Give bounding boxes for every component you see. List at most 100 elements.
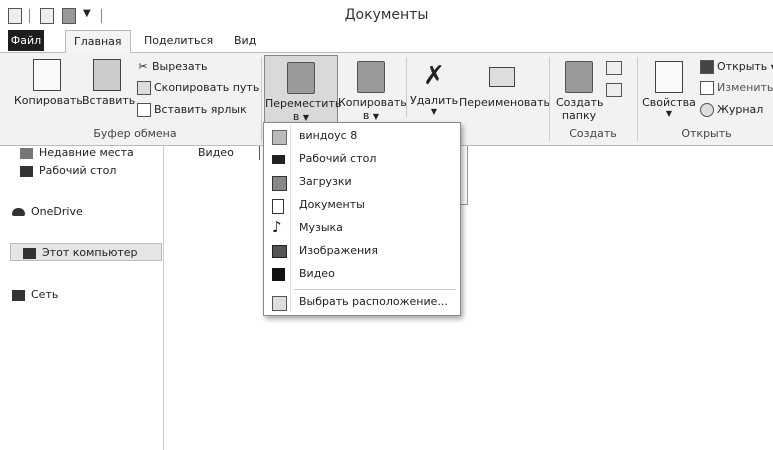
group-separator-2	[406, 57, 407, 117]
column-divider	[259, 146, 260, 160]
menu-item-label: Видео	[299, 267, 335, 280]
new-folder-label-2: папку	[561, 109, 597, 122]
group-separator	[261, 57, 262, 141]
copy-path-label: Скопировать путь	[154, 81, 260, 94]
choose-location-icon	[272, 296, 287, 311]
group-separator-4	[637, 57, 638, 141]
new-folder-button[interactable]: Создать папку	[556, 61, 604, 122]
tab-share[interactable]: Поделиться	[136, 30, 221, 51]
nav-item-this-pc[interactable]: Этот компьютер	[10, 243, 162, 261]
new-folder-icon	[565, 61, 593, 93]
network-icon	[12, 289, 25, 301]
properties-icon	[655, 61, 683, 93]
delete-arrow-icon: ▼	[430, 107, 438, 116]
menu-item-label: Выбрать расположение...	[299, 295, 448, 308]
nav-item-desktop[interactable]: Рабочий стол	[20, 162, 116, 180]
downloads-icon	[272, 176, 287, 191]
menu-item-music[interactable]: ♪ Музыка	[265, 217, 459, 240]
recent-places-icon	[20, 147, 33, 159]
copy-to-arrow-icon: ▼	[372, 112, 380, 121]
menu-item-desktop[interactable]: Рабочий стол	[265, 148, 459, 171]
delete-button[interactable]: ✗ Удалить ▼	[410, 61, 458, 116]
delete-x-icon: ✗	[423, 61, 445, 91]
history-label: Журнал	[717, 103, 764, 116]
paste-button[interactable]: Вставить	[82, 59, 136, 107]
new-group-label: Создать	[569, 127, 617, 140]
menu-item-pictures[interactable]: Изображения	[265, 240, 459, 263]
edit-label: Изменить	[717, 81, 773, 94]
nav-item-desktop-label: Рабочий стол	[39, 164, 117, 177]
menu-item-label: виндоус 8	[299, 129, 358, 142]
properties-label: Свойства	[642, 96, 696, 109]
edit-icon	[700, 81, 714, 95]
menu-item-videos[interactable]: Видео	[265, 263, 459, 286]
scissors-icon: ✂	[138, 60, 148, 73]
menu-item-choose-location[interactable]: Выбрать расположение...	[265, 291, 459, 314]
cloud-icon	[12, 208, 25, 216]
nav-item-onedrive-label: OneDrive	[31, 205, 83, 218]
tab-view[interactable]: Вид	[226, 30, 264, 51]
nav-item-recent-label: Недавние места	[39, 146, 134, 159]
copy-icon	[33, 59, 61, 91]
video-icon	[272, 268, 285, 281]
delete-label: Удалить	[410, 94, 459, 107]
copy-path-icon	[137, 81, 151, 95]
history-button[interactable]: Журнал	[700, 102, 763, 118]
rename-icon	[489, 67, 515, 87]
menu-item-label: Музыка	[299, 221, 343, 234]
title-bar: ▼ Документы	[0, 0, 773, 30]
cut-button[interactable]: ✂ Вырезать	[137, 59, 207, 75]
window-title: Документы	[344, 7, 429, 23]
music-note-icon: ♪	[272, 218, 282, 236]
copy-to-label-2: в	[362, 109, 370, 122]
new-item-icon[interactable]	[606, 61, 622, 75]
menu-item-downloads[interactable]: Загрузки	[265, 171, 459, 194]
menu-item-label: Документы	[299, 198, 365, 211]
nav-item-network[interactable]: Сеть	[12, 286, 58, 304]
copy-button[interactable]: Копировать	[14, 59, 83, 107]
copy-path-button[interactable]: Скопировать путь	[137, 80, 259, 96]
move-to-label: Переместить	[265, 97, 342, 110]
nav-item-onedrive[interactable]: OneDrive	[12, 203, 83, 221]
nav-item-network-label: Сеть	[31, 288, 59, 301]
content-item-video[interactable]: Видео	[198, 146, 234, 159]
menu-item-documents[interactable]: Документы	[265, 194, 459, 217]
paste-shortcut-label: Вставить ярлык	[154, 103, 247, 116]
open-label: Открыть	[717, 60, 768, 73]
menu-item-windows8[interactable]: виндоус 8	[265, 125, 459, 148]
cut-label: Вырезать	[152, 60, 208, 73]
properties-arrow-icon: ▼	[665, 109, 673, 118]
move-to-icon	[287, 62, 315, 94]
menu-item-label: Изображения	[299, 244, 378, 257]
desktop-icon	[20, 165, 33, 177]
rename-button[interactable]: Переименовать	[459, 61, 551, 109]
paste-label: Вставить	[82, 94, 136, 107]
desktop-icon	[272, 155, 285, 164]
properties-button[interactable]: Свойства ▼	[642, 61, 696, 118]
edit-button[interactable]: Изменить	[700, 80, 773, 96]
paste-shortcut-button[interactable]: Вставить ярлык	[137, 102, 247, 118]
clipboard-group-label: Буфер обмена	[93, 127, 177, 140]
move-to-arrow-icon: ▼	[302, 113, 310, 122]
menu-separator	[294, 289, 456, 290]
navigation-pane: Недавние места Рабочий стол OneDrive Это…	[0, 146, 164, 450]
paste-icon	[93, 59, 121, 91]
tab-file[interactable]: Файл	[8, 30, 44, 51]
copy-to-icon	[357, 61, 385, 93]
rename-label: Переименовать	[459, 96, 551, 109]
copy-to-label: Копировать	[338, 96, 407, 109]
menu-item-label: Рабочий стол	[299, 152, 377, 165]
tab-home[interactable]: Главная	[65, 30, 131, 53]
folder-icon	[272, 130, 287, 145]
documents-icon	[272, 199, 284, 214]
move-to-menu: виндоус 8 Рабочий стол Загрузки Документ…	[263, 122, 461, 316]
open-icon	[700, 60, 714, 74]
ribbon-tabs: Файл Главная Поделиться Вид	[0, 30, 773, 53]
new-folder-label: Создать	[556, 96, 604, 109]
pictures-icon	[272, 245, 287, 258]
easy-access-icon[interactable]	[606, 83, 622, 97]
copy-to-button[interactable]: Копировать в ▼	[338, 61, 407, 122]
nav-item-recent[interactable]: Недавние места	[20, 144, 134, 162]
move-to-button[interactable]: Переместить в ▼	[264, 55, 342, 125]
open-button[interactable]: Открыть ▼	[700, 59, 773, 75]
